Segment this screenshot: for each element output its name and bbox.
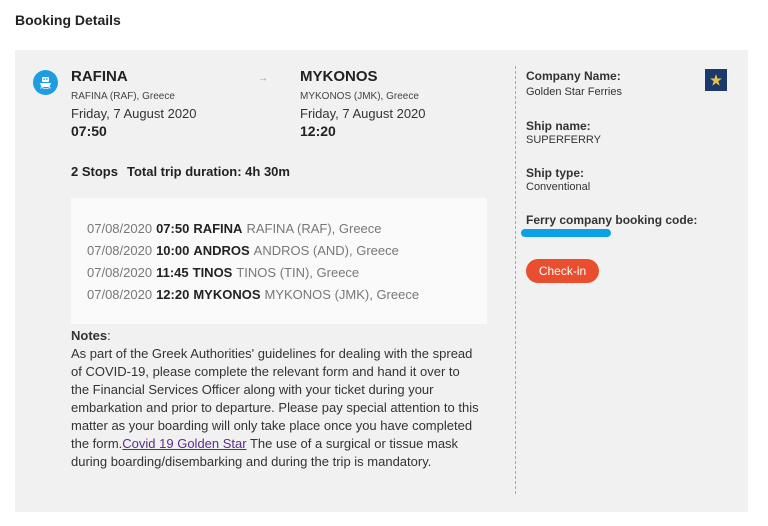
stop-port: ANDROS (AND), Greece xyxy=(253,243,399,258)
arrival-time: 12:20 xyxy=(300,123,336,139)
departure-date: Friday, 7 August 2020 xyxy=(71,106,197,121)
departure-port: RAFINA (RAF), Greece xyxy=(71,91,175,102)
trip-duration: Total trip duration: 4h 30m xyxy=(126,164,290,179)
arrival-port: MYKONOS (JMK), Greece xyxy=(300,91,419,102)
ship-name-label: Ship name: xyxy=(526,119,591,133)
stop-port: TINOS (TIN), Greece xyxy=(236,265,360,280)
golden-star-ferries-logo xyxy=(705,69,727,91)
list-item: 07/08/2020 07:50 RAFINA RAFINA (RAF), Greec… xyxy=(87,221,382,236)
stop-time: 07:50 xyxy=(156,221,190,236)
stop-port: RAFINA (RAF), Greece xyxy=(246,221,382,236)
departure-city: RAFINA xyxy=(71,68,128,85)
notes-heading: Notes xyxy=(71,328,108,343)
stop-date: 07/08/2020 xyxy=(87,221,153,236)
ship-name-value: SUPERFERRY xyxy=(526,134,601,146)
check-in-button[interactable]: Check-in xyxy=(526,259,599,283)
ship-type-label: Ship type: xyxy=(526,166,585,180)
notes-colon: : xyxy=(107,328,111,343)
redacted-booking-code xyxy=(521,229,611,237)
column-divider xyxy=(515,66,516,494)
arrival-date: Friday, 7 August 2020 xyxy=(300,106,426,121)
stop-time: 11:45 xyxy=(156,265,189,280)
stop-port: MYKONOS (JMK), Greece xyxy=(264,287,420,302)
booking-code-label: Ferry company booking code: xyxy=(526,213,698,227)
arrival-city: MYKONOS xyxy=(300,68,378,85)
list-item: 07/08/2020 12:20 MYKONOS MYKONOS (JMK), Gre… xyxy=(87,287,419,302)
stop-city: RAFINA xyxy=(193,221,243,236)
stops-list: 07/08/2020 07:50 RAFINA RAFINA (RAF), Greec… xyxy=(71,198,487,324)
company-name-label: Company Name: xyxy=(526,69,621,83)
stop-time: 12:20 xyxy=(156,287,190,302)
stop-time: 10:00 xyxy=(156,243,190,258)
stop-date: 07/08/2020 xyxy=(87,287,153,302)
notes-body: As part of the Greek Authorities' guidel… xyxy=(71,345,481,471)
list-item: 07/08/2020 10:00 ANDROS ANDROS (AND), Greec… xyxy=(87,243,399,258)
list-item: 07/08/2020 11:45 TINOS TINOS (TIN), Greece xyxy=(87,265,359,280)
booking-card: RAFINA RAFINA (RAF), Greece Friday, 7 Au… xyxy=(15,50,748,512)
ship-type-value: Conventional xyxy=(526,181,591,193)
stop-city: ANDROS xyxy=(193,243,250,258)
trip-summary: 2 Stops Total trip duration: 4h 30m xyxy=(71,164,290,179)
route-arrow: → xyxy=(258,73,268,84)
covid-form-link[interactable]: Covid 19 Golden Star xyxy=(122,436,246,451)
stop-date: 07/08/2020 xyxy=(87,265,153,280)
ship-icon xyxy=(33,70,58,95)
departure-time: 07:50 xyxy=(71,123,107,139)
stops-count: 2 Stops xyxy=(71,164,118,179)
stop-date: 07/08/2020 xyxy=(87,243,153,258)
page-title: Booking Details xyxy=(15,12,121,28)
company-name-value: Golden Star Ferries xyxy=(526,86,622,98)
notes-section: Notes: As part of the Greek Authorities'… xyxy=(71,327,481,471)
stop-city: MYKONOS xyxy=(193,287,261,302)
stop-city: TINOS xyxy=(192,265,233,280)
